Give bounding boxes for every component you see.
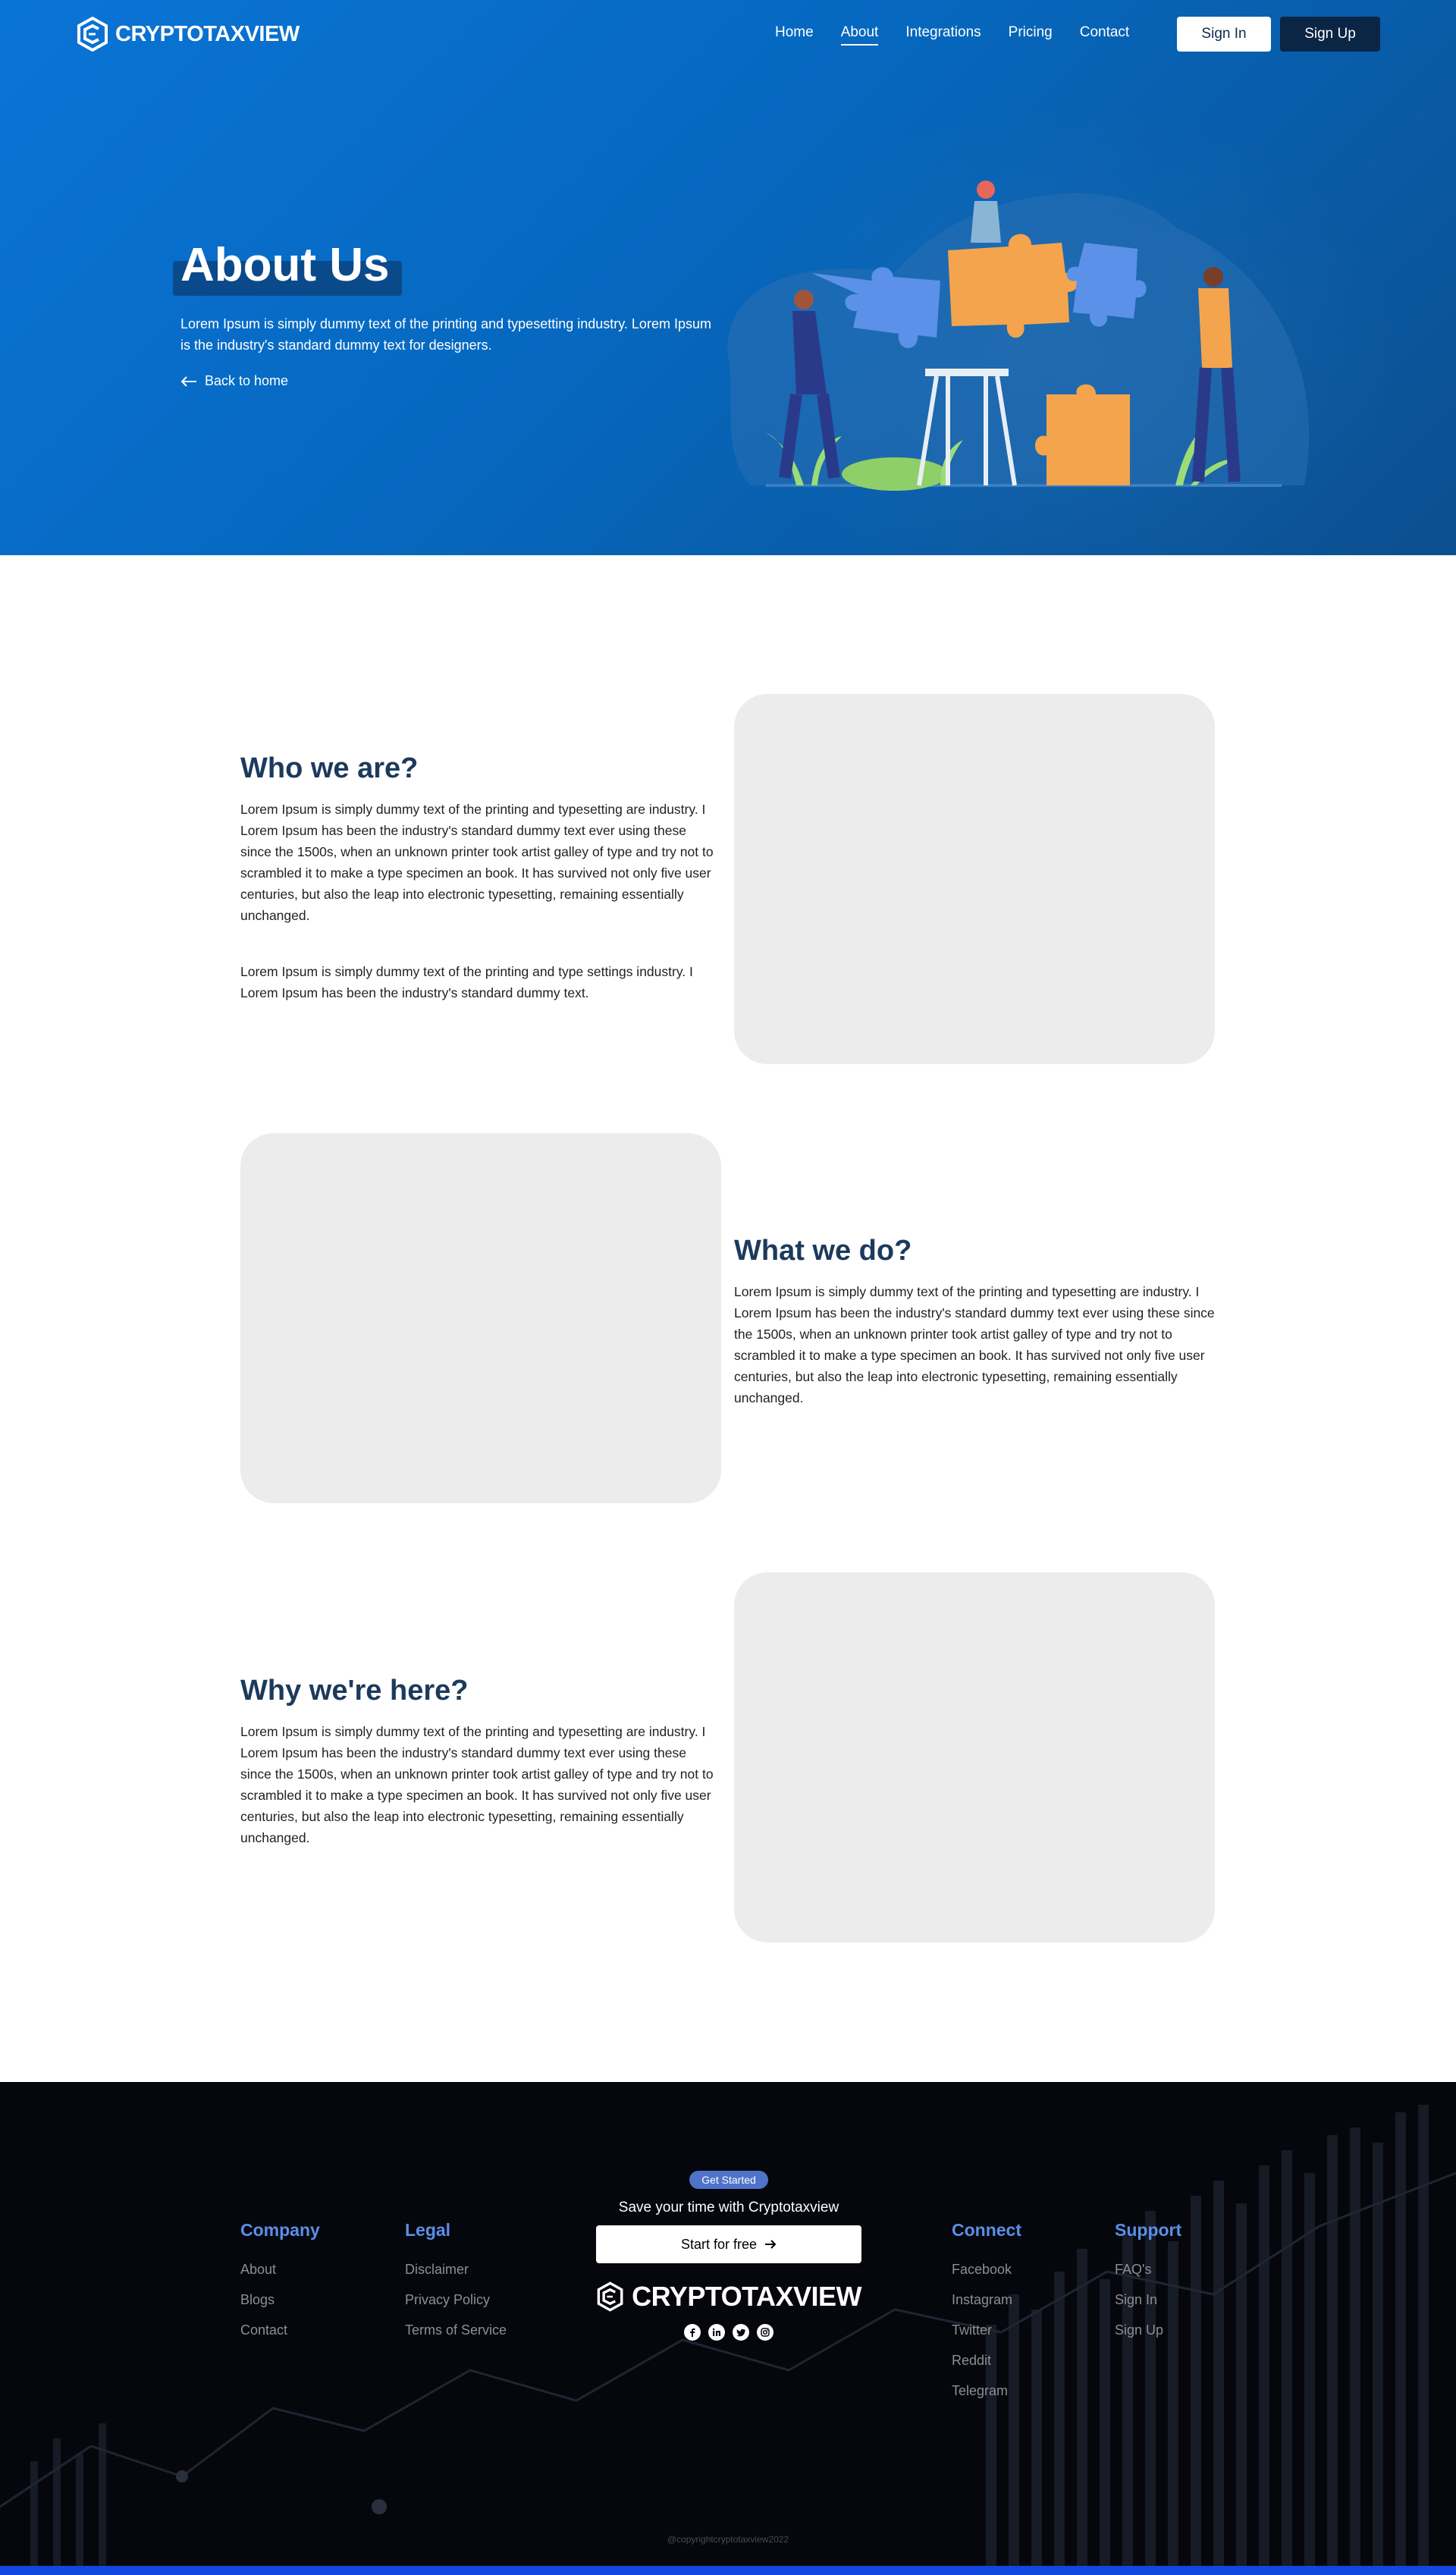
back-to-home-link[interactable]: Back to home (180, 373, 288, 389)
footer-column-company: Company About Blogs Contact (240, 2220, 320, 2345)
logo-text: CRYPTOTAXVIEW (115, 21, 300, 46)
twitter-icon[interactable] (733, 2324, 749, 2341)
get-started-badge[interactable]: Get Started (689, 2171, 768, 2189)
nav-contact[interactable]: Contact (1080, 21, 1129, 46)
hero-section: CRYPTOTAXVIEW Home About Integrations Pr… (0, 0, 1456, 555)
footer-link-terms-of-service[interactable]: Terms of Service (405, 2315, 507, 2345)
nav-links: Home About Integrations Pricing Contact (775, 21, 1156, 46)
footer-link-reddit[interactable]: Reddit (952, 2345, 1021, 2376)
footer-link-instagram[interactable]: Instagram (952, 2285, 1021, 2315)
nav-about[interactable]: About (840, 21, 879, 46)
puzzle-team-illustration (727, 181, 1310, 491)
section-what-we-do: What we do? Lorem Ipsum is simply dummy … (734, 1235, 1215, 1408)
footer-column-support: Support FAQ's Sign In Sign Up (1115, 2220, 1181, 2345)
logo[interactable]: CRYPTOTAXVIEW (76, 17, 300, 52)
footer-logo[interactable]: CRYPTOTAXVIEW (596, 2275, 861, 2318)
facebook-icon[interactable] (684, 2324, 701, 2341)
footer-link-sign-in[interactable]: Sign In (1115, 2285, 1181, 2315)
section-title: Who we are? (240, 752, 419, 784)
footer-link-disclaimer[interactable]: Disclaimer (405, 2254, 507, 2285)
section-title: Why we're here? (240, 1675, 469, 1707)
section-paragraph: Lorem Ipsum is simply dummy text of the … (240, 802, 714, 923)
image-placeholder (240, 1133, 721, 1503)
section-who-we-are: Who we are? Lorem Ipsum is simply dummy … (240, 752, 718, 1003)
footer-column-legal: Legal Disclaimer Privacy Policy Terms of… (405, 2220, 507, 2345)
social-links (596, 2324, 861, 2341)
hexagon-logo-icon (597, 2281, 623, 2312)
footer-logo-text: CRYPTOTAXVIEW (632, 2281, 861, 2312)
hero-title-wrap: About Us (173, 235, 402, 296)
start-button-label: Start for free (680, 2236, 758, 2252)
footer-link-facebook[interactable]: Facebook (952, 2254, 1021, 2285)
instagram-icon[interactable] (757, 2324, 774, 2341)
section-title: What we do? (734, 1235, 912, 1267)
nav-integrations[interactable]: Integrations (905, 21, 981, 46)
arrow-left-icon (180, 375, 196, 387)
footer-link-contact[interactable]: Contact (240, 2315, 320, 2345)
footer-link-twitter[interactable]: Twitter (952, 2315, 1021, 2345)
start-for-free-button[interactable]: Start for free (596, 2225, 861, 2263)
nav-home[interactable]: Home (775, 21, 814, 46)
footer-heading: Connect (952, 2220, 1021, 2240)
footer-cta: Get Started Save your time with Cryptota… (596, 2171, 861, 2341)
footer-heading: Company (240, 2220, 320, 2240)
image-placeholder (734, 694, 1215, 1064)
footer-column-connect: Connect Facebook Instagram Twitter Reddi… (952, 2220, 1021, 2406)
footer-link-about[interactable]: About (240, 2254, 320, 2285)
section-why-we-are-here: Why we're here? Lorem Ipsum is simply du… (240, 1675, 718, 1848)
linkedin-icon[interactable] (708, 2324, 725, 2341)
image-placeholder (734, 1572, 1215, 1942)
back-link-label: Back to home (205, 373, 289, 388)
copyright-text: @copyrightcryptotaxview2022 (667, 2534, 789, 2545)
footer-link-faqs[interactable]: FAQ's (1115, 2254, 1181, 2285)
section-paragraph: Lorem Ipsum is simply dummy text of the … (240, 1724, 714, 1845)
hexagon-logo-icon (77, 17, 108, 52)
footer-tagline: Save your time with Cryptotaxview (618, 2200, 839, 2215)
footer-heading: Legal (405, 2220, 451, 2240)
footer-link-sign-up[interactable]: Sign Up (1115, 2315, 1181, 2345)
sign-in-button[interactable]: Sign In (1177, 17, 1271, 52)
sign-up-button[interactable]: Sign Up (1280, 17, 1380, 52)
footer-link-telegram[interactable]: Telegram (952, 2376, 1021, 2406)
section-paragraph: Lorem Ipsum is simply dummy text of the … (734, 1284, 1215, 1405)
footer-link-privacy-policy[interactable]: Privacy Policy (405, 2285, 507, 2315)
footer-link-blogs[interactable]: Blogs (240, 2285, 320, 2315)
top-navbar: CRYPTOTAXVIEW Home About Integrations Pr… (0, 0, 1456, 68)
hero-description: Lorem Ipsum is simply dummy text of the … (180, 316, 711, 353)
nav-pricing[interactable]: Pricing (1009, 21, 1053, 46)
section-paragraph: Lorem Ipsum is simply dummy text of the … (240, 964, 693, 1000)
arrow-right-icon (765, 2240, 777, 2249)
page-title: About Us (180, 239, 390, 291)
footer-accent-bar (0, 2566, 1456, 2575)
footer-heading: Support (1115, 2220, 1182, 2240)
